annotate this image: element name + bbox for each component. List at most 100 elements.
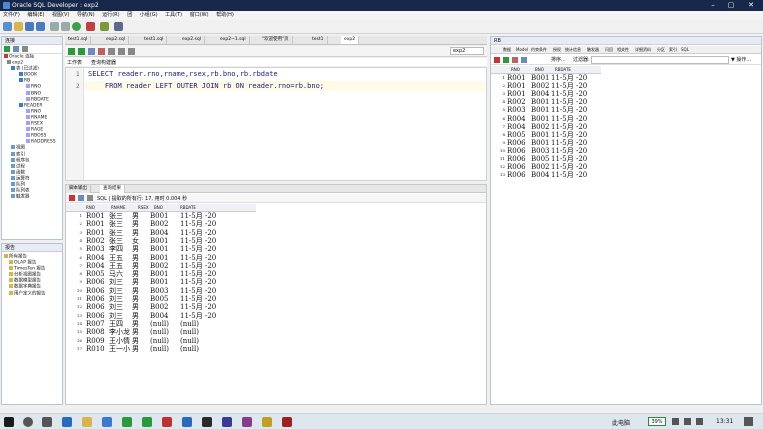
result-cell[interactable]: B003	[150, 287, 169, 295]
result-cell[interactable]: 11-5月 -20	[180, 312, 216, 320]
result-cell[interactable]: B004	[150, 229, 169, 237]
rb-cell[interactable]: 11-5月 -20	[551, 139, 587, 147]
column-header[interactable]: RNO	[86, 204, 95, 212]
result-cell[interactable]: 男	[132, 345, 139, 353]
run-statement-icon[interactable]	[68, 48, 75, 55]
tab-exp2-1-sql[interactable]: exp2~1.sql	[217, 36, 250, 44]
column-header[interactable]: BNO	[535, 66, 544, 74]
menu-view[interactable]: 视图(V)	[52, 11, 69, 20]
result-cell[interactable]: B001	[150, 212, 169, 220]
app-icon[interactable]	[222, 417, 232, 427]
menu-help[interactable]: 帮助(H)	[216, 11, 234, 20]
result-cell[interactable]: R005	[86, 270, 105, 278]
rb-cell[interactable]: R003	[507, 106, 526, 114]
connection-selector[interactable]: exp2	[450, 47, 484, 55]
column-header[interactable]: RNAME	[111, 204, 126, 212]
maximize-button[interactable]: ▢	[724, 1, 738, 10]
rb-cell[interactable]: R006	[507, 147, 526, 155]
rb-tab-indexes[interactable]: 索引	[669, 46, 677, 54]
network-icon[interactable]	[672, 418, 679, 425]
column-header[interactable]: RNO	[511, 66, 520, 74]
menu-navigate[interactable]: 导航(N)	[77, 11, 95, 20]
rb-tab-details[interactable]: 详细资料	[635, 46, 651, 54]
tab-exp2-sql-2[interactable]: exp2.sql	[179, 36, 205, 44]
result-cell[interactable]: 张三	[109, 220, 123, 228]
rb-cell[interactable]: 11-5月 -20	[551, 74, 587, 82]
rb-tab-sql[interactable]: SQL	[681, 46, 689, 54]
rb-cell[interactable]: B002	[531, 123, 550, 131]
result-cell[interactable]: 男	[132, 337, 139, 345]
rb-cell[interactable]: B002	[531, 163, 550, 171]
result-cell[interactable]: 王小情	[109, 337, 130, 345]
autotrace-icon[interactable]	[118, 48, 125, 55]
result-cell[interactable]: B001	[150, 254, 169, 262]
tab-test1-sql[interactable]: test1.sql	[65, 36, 92, 44]
result-cell[interactable]: 刘三	[109, 278, 123, 286]
result-cell[interactable]: R006	[86, 303, 105, 311]
app-icon[interactable]	[242, 417, 252, 427]
rb-cell[interactable]: 11-5月 -20	[551, 123, 587, 131]
rb-tab-dependencies[interactable]: 相关性	[617, 46, 629, 54]
menu-edit[interactable]: 编辑(E)	[27, 11, 44, 20]
commit-icon[interactable]	[88, 48, 95, 55]
result-cell[interactable]: B002	[150, 220, 169, 228]
result-cell[interactable]: B001	[150, 270, 169, 278]
clock[interactable]: 13:31	[716, 418, 733, 425]
result-cell[interactable]: 男	[132, 254, 139, 262]
result-cell[interactable]: 11-5月 -20	[180, 287, 216, 295]
menu-tools[interactable]: 工具(T)	[165, 11, 182, 20]
ime-icon[interactable]	[696, 418, 703, 425]
tree-triggers[interactable]: 触发器	[4, 194, 62, 200]
rb-cell[interactable]: B002	[531, 82, 550, 90]
result-cell[interactable]: (null)	[180, 345, 199, 353]
result-cell[interactable]: 男	[132, 278, 139, 286]
rb-tab-grants[interactable]: 授权	[553, 46, 561, 54]
subtab-query-builder[interactable]: 查询构建器	[91, 59, 116, 66]
rb-tab-statistics[interactable]: 统计信息	[565, 46, 581, 54]
column-header[interactable]: RSEX	[138, 204, 149, 212]
result-cell[interactable]: 王一小	[109, 345, 130, 353]
code-line[interactable]: FROM reader LEFT OUTER JOIN rb ON reader…	[88, 82, 324, 90]
run-script-icon[interactable]	[78, 48, 85, 55]
rb-cell[interactable]: R006	[507, 163, 526, 171]
result-cell[interactable]: B001	[150, 237, 169, 245]
app-icon[interactable]	[102, 417, 112, 427]
oracle-sql-developer-icon[interactable]	[282, 417, 292, 427]
result-cell[interactable]: 男	[132, 245, 139, 253]
windows-start-icon[interactable]	[4, 417, 14, 427]
result-cell[interactable]: 李小龙	[109, 328, 130, 336]
search-icon[interactable]	[23, 417, 33, 427]
rb-tab-partitions[interactable]: 分区	[657, 46, 665, 54]
menu-window[interactable]: 窗口(W)	[190, 11, 209, 20]
rb-cell[interactable]: B004	[531, 171, 550, 179]
app-icon[interactable]	[162, 417, 172, 427]
result-cell[interactable]: (null)	[180, 337, 199, 345]
result-cell[interactable]: 11-5月 -20	[180, 270, 216, 278]
result-cell[interactable]: B002	[150, 303, 169, 311]
result-cell[interactable]: 11-5月 -20	[180, 212, 216, 220]
rb-cell[interactable]: 11-5月 -20	[551, 106, 587, 114]
result-cell[interactable]: (null)	[180, 320, 199, 328]
rb-cell[interactable]: R004	[507, 115, 526, 123]
result-cell[interactable]: (null)	[150, 320, 169, 328]
app-icon[interactable]	[262, 417, 272, 427]
result-cell[interactable]: 女	[132, 237, 139, 245]
filter-icon[interactable]	[22, 46, 28, 52]
result-cell[interactable]: B004	[150, 312, 169, 320]
result-cell[interactable]: 11-5月 -20	[180, 278, 216, 286]
forward-icon[interactable]	[72, 22, 81, 31]
result-cell[interactable]: R004	[86, 254, 105, 262]
rb-tab-triggers[interactable]: 触发器	[587, 46, 599, 54]
undo-icon[interactable]	[50, 22, 59, 31]
redo-icon[interactable]	[61, 22, 70, 31]
refresh-icon[interactable]	[13, 46, 19, 52]
result-cell[interactable]: R004	[86, 262, 105, 270]
result-cell[interactable]: 11-5月 -20	[180, 254, 216, 262]
rb-cell[interactable]: R001	[507, 90, 526, 98]
result-cell[interactable]: R001	[86, 212, 105, 220]
result-cell[interactable]: R006	[86, 295, 105, 303]
rb-cell[interactable]: B003	[531, 147, 550, 155]
rb-cell[interactable]: R002	[507, 98, 526, 106]
rb-cell[interactable]: 11-5月 -20	[551, 155, 587, 163]
rb-cell[interactable]: B005	[531, 155, 550, 163]
